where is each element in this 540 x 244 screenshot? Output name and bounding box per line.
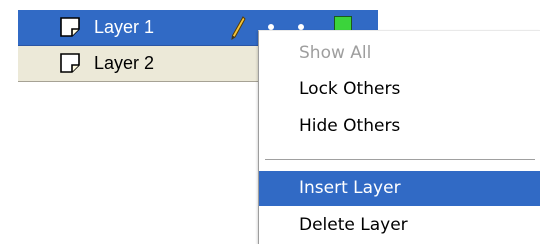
layer-name: Layer 2: [94, 53, 155, 73]
menu-item-hide-others[interactable]: Hide Others: [259, 109, 540, 144]
menu-item-delete-layer[interactable]: Delete Layer: [259, 208, 540, 243]
pencil-icon: [231, 16, 246, 41]
menu-item-lock-others[interactable]: Lock Others: [259, 72, 540, 107]
menu-separator: [265, 159, 535, 161]
layer-name: Layer 1: [94, 17, 155, 37]
layer-page-icon: [60, 53, 80, 73]
flash-timeline-screenshot: Layer 1 Layer 2 Show All Lock Others Hid…: [0, 0, 540, 244]
layer-page-icon: [60, 17, 80, 37]
menu-item-show-all: Show All: [299, 43, 372, 63]
menu-item-insert-layer[interactable]: Insert Layer: [259, 171, 540, 206]
layer-context-menu: Show All Lock Others Hide Others Insert …: [258, 30, 540, 244]
